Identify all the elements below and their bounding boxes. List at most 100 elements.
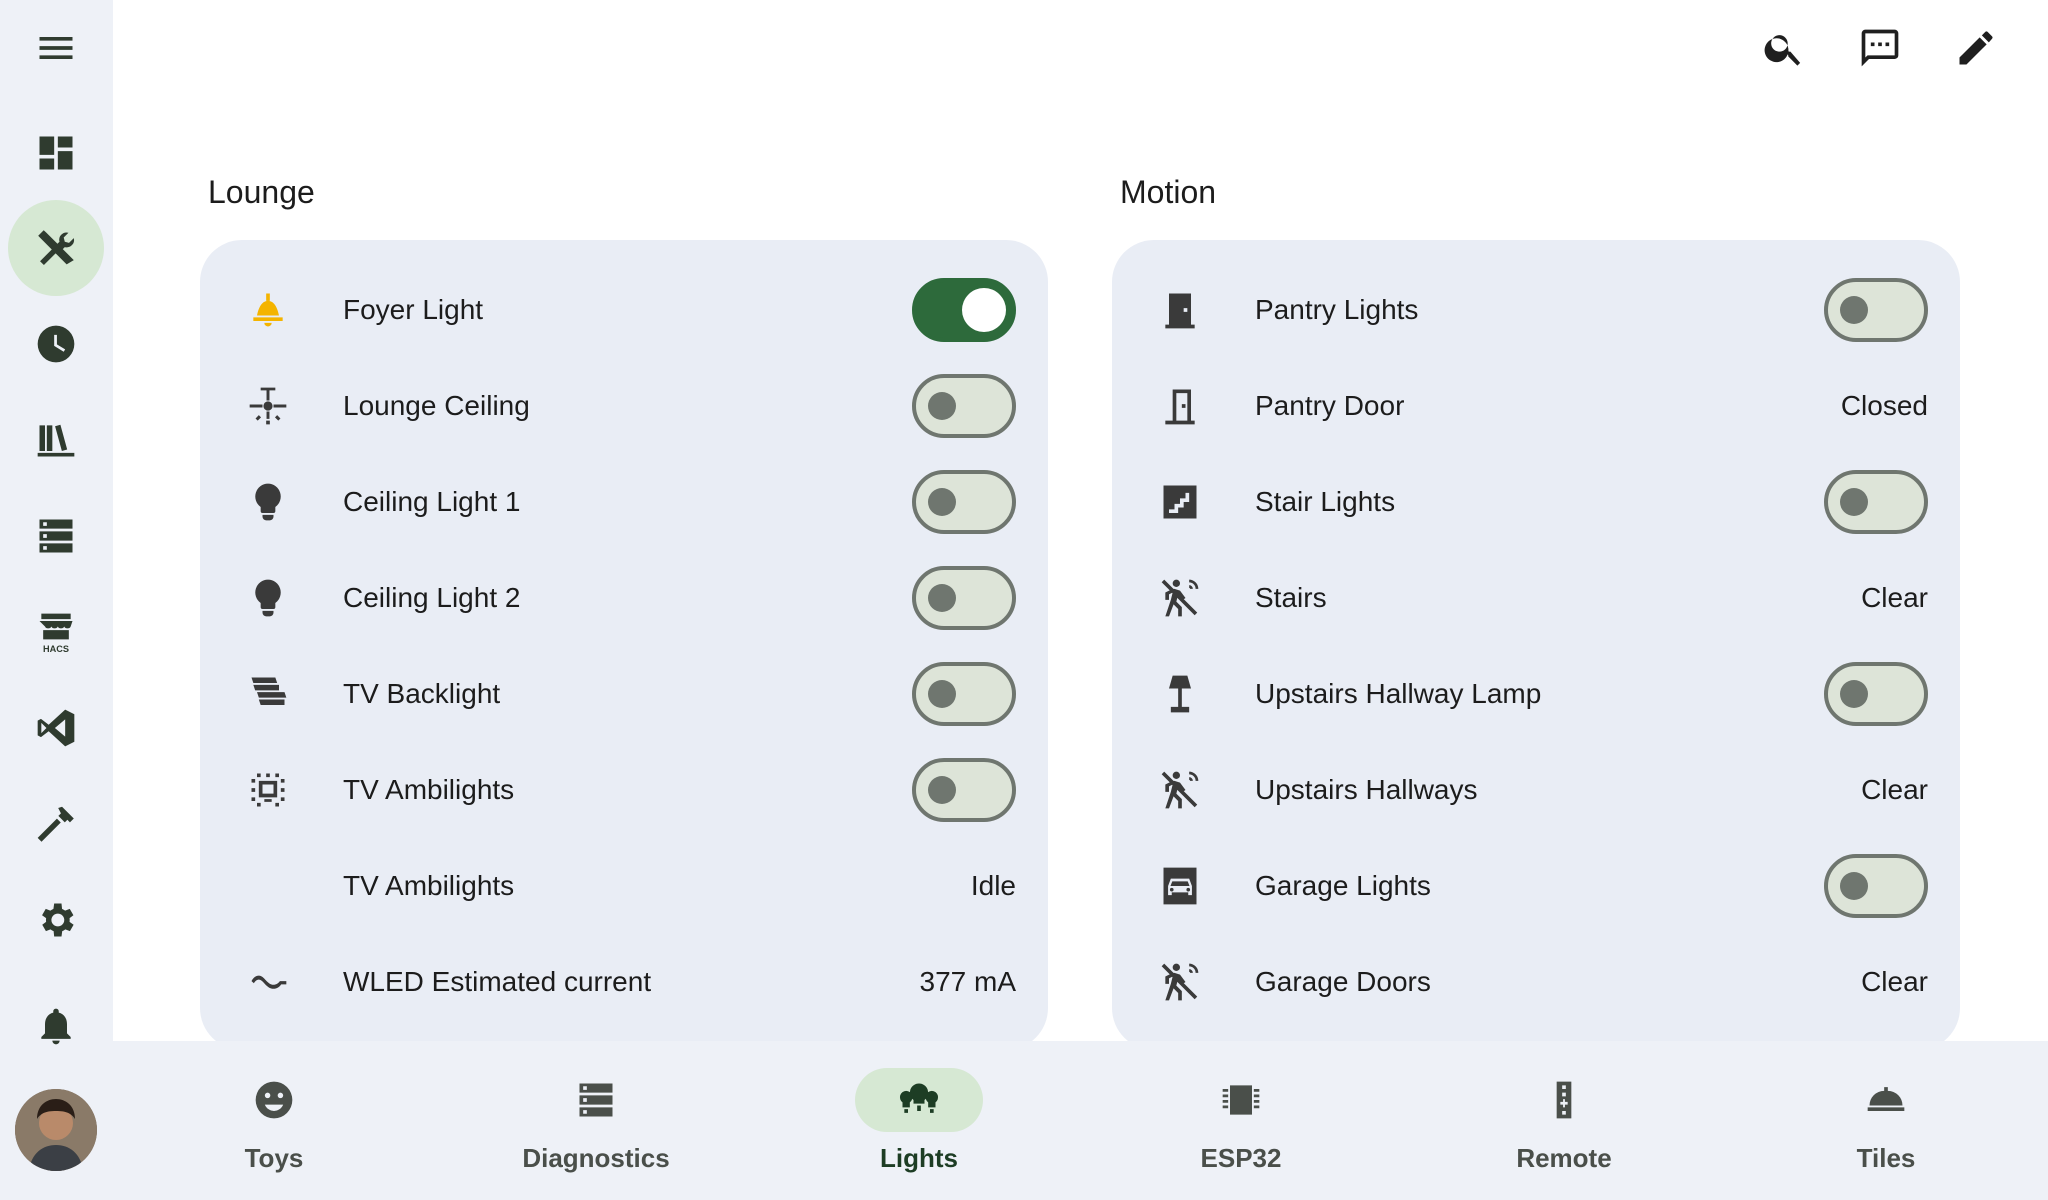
- entity-row[interactable]: Garage Doors Clear: [1112, 934, 1960, 1030]
- toggle-switch[interactable]: [912, 278, 1016, 342]
- sidebar-item-tools[interactable]: [8, 200, 104, 296]
- sidebar-item-overview[interactable]: [8, 105, 104, 201]
- edit-dashboard-button[interactable]: [1948, 20, 2004, 76]
- entity-row[interactable]: Stair Lights: [1112, 454, 1960, 550]
- entity-label: Upstairs Hallways: [1255, 774, 1478, 805]
- tab-diagnostics[interactable]: Diagnostics: [435, 1041, 757, 1200]
- entity-row[interactable]: Upstairs Hallway Lamp: [1112, 646, 1960, 742]
- toggle-knob: [1840, 872, 1868, 900]
- toggle-switch[interactable]: [912, 470, 1016, 534]
- entity-row[interactable]: Stairs Clear: [1112, 550, 1960, 646]
- floor-lamp-icon: [1152, 666, 1208, 722]
- tab-label: ESP32: [1200, 1143, 1282, 1173]
- edit-pencil-icon: [1959, 31, 1993, 65]
- entity-state: Idle: [970, 870, 1016, 901]
- entity-label: Pantry Door: [1255, 390, 1405, 421]
- entity-state: 377 mA: [919, 966, 1017, 997]
- section-title-lounge: Lounge: [208, 174, 315, 210]
- toggle-knob: [928, 488, 956, 516]
- entity-label: TV Ambilights: [343, 870, 515, 901]
- assist-button[interactable]: [1852, 20, 1908, 76]
- hacs-store-icon: HACS: [39, 613, 73, 654]
- entity-state: Clear: [1861, 774, 1928, 805]
- sidebar-item-server[interactable]: [8, 488, 104, 584]
- tab-pill: [1500, 1068, 1628, 1132]
- entity-row[interactable]: Garage Lights: [1112, 838, 1960, 934]
- entity-row[interactable]: Pantry Lights: [1112, 262, 1960, 358]
- lights-chandelier-icon: [899, 1083, 939, 1113]
- sidebar-item-hacs[interactable]: HACS: [8, 584, 104, 680]
- toggle-switch[interactable]: [912, 566, 1016, 630]
- sidebar-item-history[interactable]: [8, 296, 104, 392]
- search-icon: [1764, 35, 1801, 66]
- ceiling-fan-light-icon: [240, 378, 296, 434]
- entity-label: Stairs: [1255, 582, 1327, 613]
- entity-row[interactable]: Pantry Door Closed: [1112, 358, 1960, 454]
- toggle-switch[interactable]: [1824, 662, 1928, 726]
- search-button[interactable]: [1756, 20, 1812, 76]
- entity-row[interactable]: TV Backlight: [200, 646, 1048, 742]
- tab-tiles[interactable]: Tiles: [1725, 1041, 2047, 1200]
- entity-row[interactable]: Ceiling Light 1: [200, 454, 1048, 550]
- entity-state: Clear: [1861, 966, 1928, 997]
- entity-label: Garage Lights: [1255, 870, 1431, 901]
- entity-row[interactable]: Upstairs Hallways Clear: [1112, 742, 1960, 838]
- entity-row[interactable]: TV Ambilights: [200, 742, 1048, 838]
- entity-state: Clear: [1861, 582, 1928, 613]
- toggle-knob: [1840, 296, 1868, 324]
- current-ac-icon: [240, 954, 296, 1010]
- entity-label: Lounge Ceiling: [343, 390, 530, 421]
- tools-icon: [38, 230, 75, 266]
- tab-label: Tiles: [1856, 1143, 1916, 1173]
- tab-pill: [1822, 1068, 1950, 1132]
- lightbulb-icon: [240, 570, 296, 626]
- sidebar-item-vscode[interactable]: [8, 680, 104, 776]
- menu-icon: [39, 37, 73, 59]
- tab-label: Toys: [244, 1143, 304, 1173]
- tab-label: Lights: [880, 1143, 958, 1173]
- entity-label: Foyer Light: [343, 294, 484, 325]
- toggle-knob: [928, 776, 956, 804]
- tab-pill: [855, 1068, 983, 1132]
- stairs-icon: [1152, 474, 1208, 530]
- tab-esp32[interactable]: ESP32: [1080, 1041, 1402, 1200]
- sidebar-item-settings[interactable]: [8, 872, 104, 968]
- entity-row[interactable]: Foyer Light: [200, 262, 1048, 358]
- sidebar-item-developer[interactable]: [8, 776, 104, 872]
- sidebar-item-notifications[interactable]: [8, 978, 104, 1074]
- toggle-switch[interactable]: [1824, 278, 1928, 342]
- server-icon: [579, 1083, 613, 1117]
- avatar-photo: [15, 1089, 97, 1171]
- motion-sensor-icon: [1152, 954, 1208, 1010]
- toggle-knob: [928, 392, 956, 420]
- tab-pill: [532, 1068, 660, 1132]
- tab-remote[interactable]: Remote: [1403, 1041, 1725, 1200]
- toggle-switch[interactable]: [912, 758, 1016, 822]
- entity-row[interactable]: WLED Estimated current 377 mA: [200, 934, 1048, 1030]
- cloche-icon: [1867, 1087, 1905, 1111]
- entity-label: WLED Estimated current: [343, 966, 652, 997]
- entity-row[interactable]: Ceiling Light 2: [200, 550, 1048, 646]
- ceiling-bell-light-icon: [240, 282, 296, 338]
- entity-label: Garage Doors: [1255, 966, 1431, 997]
- tab-pill: [1177, 1068, 1305, 1132]
- tab-lights[interactable]: Lights: [758, 1041, 1080, 1200]
- toggle-switch[interactable]: [1824, 470, 1928, 534]
- door-icon: [1152, 282, 1208, 338]
- toggle-switch[interactable]: [1824, 854, 1928, 918]
- tab-toys[interactable]: Toys: [113, 1041, 435, 1200]
- toggle-switch[interactable]: [912, 662, 1016, 726]
- toggle-knob: [1840, 488, 1868, 516]
- entity-state: Closed: [1840, 390, 1928, 421]
- motion-sensor-icon: [1152, 762, 1208, 818]
- entity-row[interactable]: Lounge Ceiling: [200, 358, 1048, 454]
- sidebar-item-library[interactable]: [8, 392, 104, 488]
- menu-button[interactable]: [8, 0, 104, 96]
- tab-pill: [210, 1068, 338, 1132]
- motion-sensor-icon: [1152, 570, 1208, 626]
- entity-row[interactable]: TV Ambilights Idle: [200, 838, 1048, 934]
- toggle-switch[interactable]: [912, 374, 1016, 438]
- entity-label: TV Ambilights: [343, 774, 515, 805]
- car-icon: [1152, 858, 1208, 914]
- user-avatar[interactable]: [15, 1089, 97, 1171]
